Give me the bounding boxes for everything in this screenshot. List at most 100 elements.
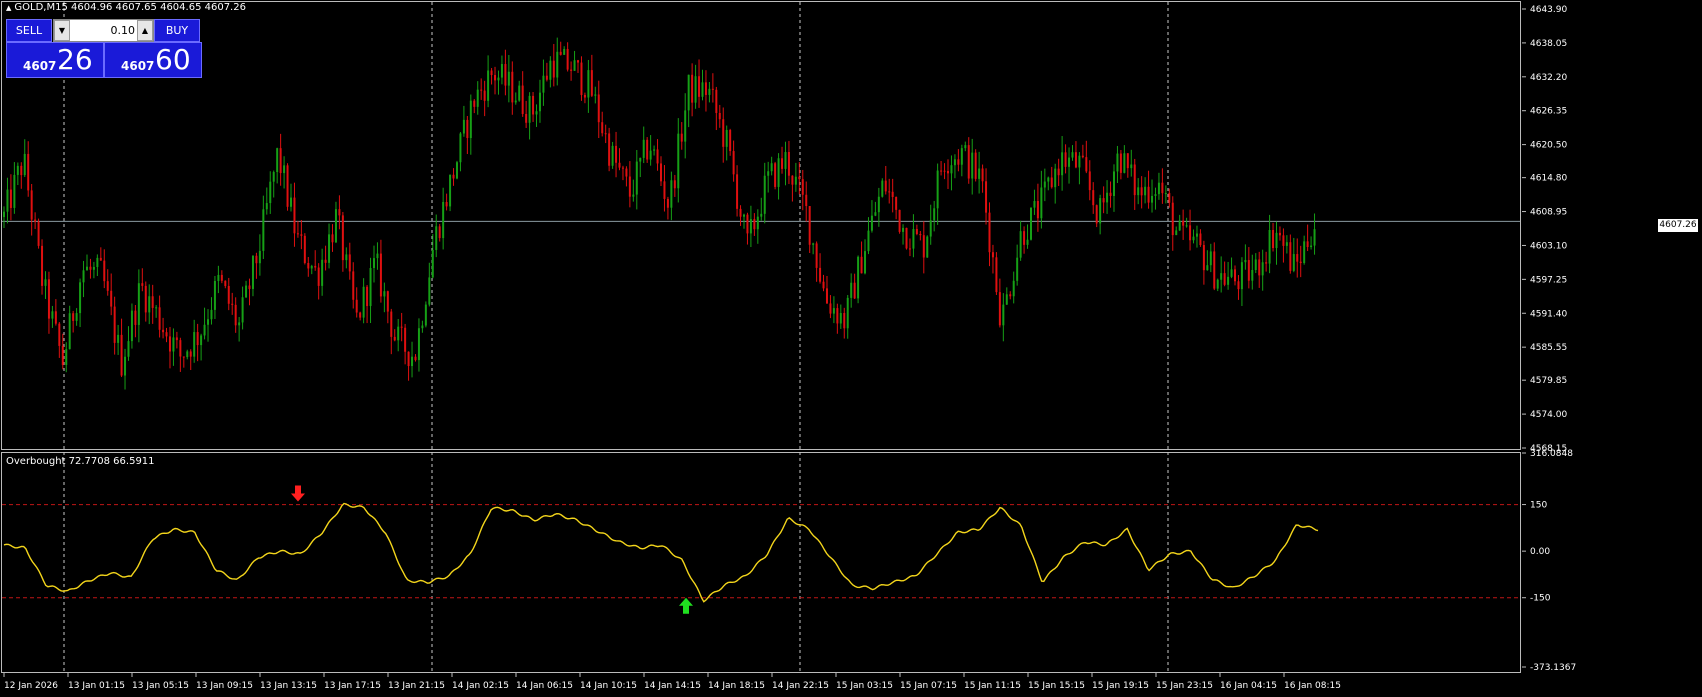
candle-body [1043, 181, 1046, 188]
candle-body [165, 332, 168, 337]
candle-body [238, 322, 241, 326]
price-tick-label: 4608.95 [1530, 208, 1567, 218]
candle-body [895, 196, 898, 210]
candle-body [763, 175, 766, 214]
candle-body [1234, 269, 1237, 282]
candle-body [92, 266, 95, 270]
overbought-line [3, 502, 1319, 603]
candle-body [742, 214, 745, 217]
candle-body [860, 256, 863, 274]
candle-body [424, 304, 427, 326]
sell-button[interactable]: SELL [6, 19, 52, 42]
chart-canvas[interactable]: 4643.90 4638.05 4632.20 4626.35 4620.50 4614.… [0, 0, 1702, 697]
candle-body [362, 286, 365, 318]
candle-body [701, 82, 704, 97]
candle-body [1026, 239, 1029, 245]
candle-body [1054, 168, 1057, 188]
candle-body [1140, 187, 1143, 196]
candle-body [1247, 260, 1250, 281]
candle-body [431, 249, 434, 278]
candle-body [369, 267, 372, 307]
candle-body [469, 100, 472, 138]
time-tick-label: 13 Jan 05:15 [132, 681, 189, 691]
candle-body [328, 234, 331, 263]
candle-body [30, 190, 33, 220]
lot-increase-icon[interactable]: ▲ [137, 20, 153, 41]
candle-body [1175, 230, 1178, 236]
candle-body [577, 60, 580, 63]
candle-body [819, 267, 822, 282]
collapse-triangle-icon[interactable]: ▲ [6, 4, 11, 12]
candle-body [1296, 254, 1299, 262]
candle-body [3, 211, 5, 218]
candle-body [518, 85, 521, 101]
candle-body [929, 220, 932, 237]
candle-body [162, 329, 165, 333]
candle-body [957, 159, 960, 165]
candle-body [438, 226, 441, 239]
candle-body [1023, 231, 1026, 245]
price-tick-label: 4579.85 [1530, 376, 1567, 386]
candle-body [1126, 153, 1129, 169]
candle-body [324, 259, 327, 263]
price-tick-label: 4591.40 [1530, 309, 1567, 319]
buy-price-major: 4607 [121, 59, 155, 73]
candle-body [196, 332, 199, 346]
candle-body [1106, 192, 1109, 203]
candle-body [96, 257, 99, 267]
candle-body [331, 234, 334, 243]
buy-price-box[interactable]: 4607 60 [104, 42, 202, 78]
candle-body [1258, 259, 1261, 276]
candle-body [175, 337, 178, 341]
candle-body [846, 297, 849, 329]
candle-body [449, 174, 452, 207]
candle-body [1227, 276, 1230, 285]
candle-body [691, 74, 694, 103]
buy-button[interactable]: BUY [154, 19, 200, 42]
candle-body [718, 112, 721, 120]
candle-body [383, 291, 386, 297]
candle-body [666, 198, 669, 208]
indicator-tick-label: -373.1367 [1530, 663, 1576, 673]
candle-body [704, 82, 707, 95]
candle-body [1133, 164, 1136, 196]
lot-size-field[interactable]: ▼ 0.10 ▲ [53, 19, 154, 42]
candle-body [933, 208, 936, 221]
candle-body [822, 281, 825, 289]
candle-body [141, 283, 144, 286]
price-tick-label: 4574.00 [1530, 410, 1567, 420]
candle-body [1002, 304, 1005, 326]
main-pane-frame [1, 1, 1521, 450]
candle-body [867, 230, 870, 252]
candle-body [991, 252, 994, 258]
candle-body [532, 95, 535, 115]
time-tick-label: 14 Jan 18:15 [708, 681, 765, 691]
candle-body [1251, 269, 1254, 281]
candle-body [272, 172, 275, 182]
candle-body [1202, 245, 1205, 271]
candle-body [632, 194, 635, 197]
indicator-tick-label: 316.0848 [1530, 449, 1573, 459]
lot-size-value[interactable]: 0.10 [72, 20, 136, 41]
candle-body [1185, 225, 1188, 227]
candle-body [9, 189, 12, 208]
candle-body [130, 310, 133, 342]
candle-body [981, 168, 984, 182]
candle-body [985, 181, 988, 213]
candle-body [127, 341, 130, 357]
candle-body [85, 266, 88, 271]
candle-body [715, 89, 718, 113]
candle-body [172, 337, 175, 352]
candle-body [386, 291, 389, 312]
candle-body [798, 176, 801, 180]
candle-body [1074, 152, 1077, 168]
lot-decrease-icon[interactable]: ▼ [54, 20, 70, 41]
candle-body [279, 148, 282, 174]
candle-body [210, 309, 213, 320]
candle-body [490, 70, 493, 76]
sell-price-box[interactable]: 4607 26 [6, 42, 104, 78]
candle-body [372, 258, 375, 268]
candle-body [189, 351, 192, 357]
candle-body [1119, 153, 1122, 173]
candle-body [604, 133, 607, 135]
